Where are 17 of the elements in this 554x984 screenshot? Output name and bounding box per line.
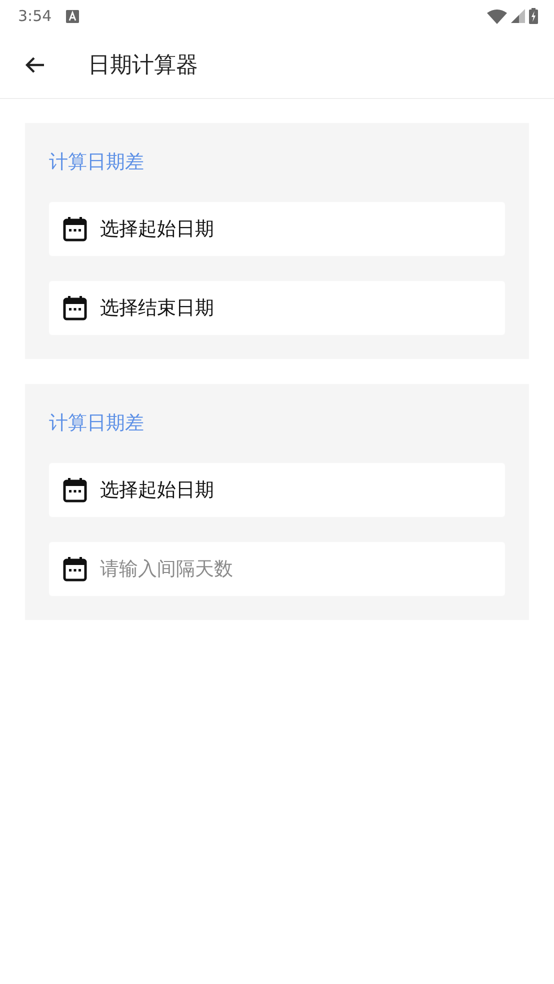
wifi-icon — [487, 8, 507, 24]
page-title: 日期计算器 — [88, 52, 198, 80]
keyboard-icon — [66, 10, 79, 22]
card-title: 计算日期差 — [49, 150, 145, 175]
date-picker-field[interactable]: 选择起始日期 — [49, 463, 505, 517]
calendar-icon — [63, 477, 87, 503]
calendar-icon — [63, 295, 87, 321]
card-title: 计算日期差 — [49, 411, 145, 436]
days-input-field[interactable]: 请输入间隔天数 — [49, 542, 505, 596]
date-picker-field[interactable]: 选择结束日期 — [49, 281, 505, 335]
calendar-icon — [63, 216, 87, 242]
days-input[interactable]: 请输入间隔天数 — [100, 558, 491, 580]
status-time: 3:54 — [18, 7, 52, 25]
signal-icon — [511, 9, 525, 23]
date-picker-field[interactable]: 选择起始日期 — [49, 202, 505, 256]
battery-icon — [529, 8, 538, 24]
calendar-icon — [63, 556, 87, 582]
